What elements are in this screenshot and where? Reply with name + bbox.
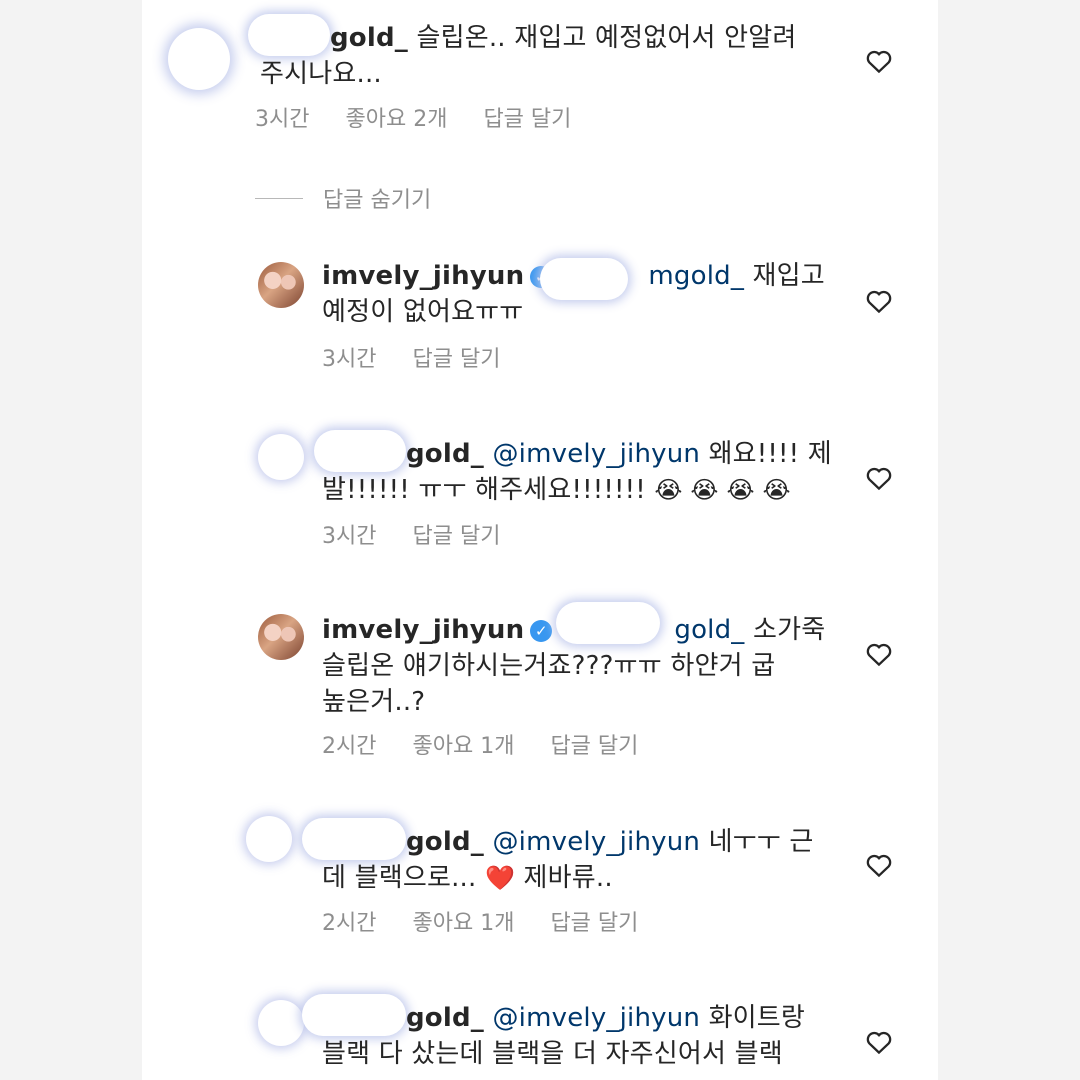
- comment-text: gold_ 슬립온.. 재입고 예정없어서 안알려 주시나요...: [260, 23, 797, 89]
- divider: [255, 197, 303, 199]
- comment-username[interactable]: gold_: [406, 827, 484, 857]
- redacted-username: [248, 14, 330, 56]
- heart-icon[interactable]: [864, 286, 894, 316]
- mention-link[interactable]: mgold_: [648, 261, 744, 291]
- timestamp: 3시간: [322, 347, 377, 372]
- timestamp: 3시간: [322, 524, 377, 549]
- heart-emoji: ❤️: [484, 864, 516, 892]
- heart-icon[interactable]: [864, 850, 894, 880]
- crying-emoji: 😭 😭 😭 😭: [654, 476, 791, 504]
- comment-username[interactable]: imvely_jihyun: [322, 261, 524, 291]
- redacted-mention: [540, 258, 628, 300]
- reply-button[interactable]: 답글 달기: [412, 522, 500, 552]
- like-count[interactable]: 좋아요 1개: [412, 909, 514, 939]
- comment-meta: 3시간 답글 달기: [322, 522, 500, 552]
- verified-icon: ✓: [530, 620, 553, 642]
- mention-link[interactable]: @imvely_jihyun: [492, 1003, 700, 1033]
- reply-button[interactable]: 답글 달기: [550, 732, 638, 762]
- comment-meta: 2시간 좋아요 1개 답글 달기: [322, 732, 638, 762]
- comment-panel: gold_ 슬립온.. 재입고 예정없어서 안알려 주시나요... 3시간 좋아…: [142, 0, 938, 1080]
- comment-text: gold_ @imvely_jihyun 왜요!!!! 제 발!!!!!! ㅠㅜ…: [322, 439, 832, 505]
- like-count[interactable]: 좋아요 1개: [412, 732, 514, 762]
- hide-replies-label: 답글 숨기기: [323, 188, 432, 213]
- redacted-mention: [556, 602, 660, 644]
- mention-link[interactable]: @imvely_jihyun: [492, 439, 700, 469]
- heart-icon[interactable]: [864, 463, 894, 493]
- comment-meta: 3시간 좋아요 2개 답글 달기: [255, 105, 571, 135]
- avatar[interactable]: [168, 28, 230, 90]
- comment-username[interactable]: imvely_jihyun: [322, 615, 524, 645]
- timestamp: 3시간: [255, 107, 310, 132]
- like-count[interactable]: 좋아요 2개: [345, 105, 447, 135]
- avatar[interactable]: [258, 614, 304, 660]
- reply-button[interactable]: 답글 달기: [550, 909, 638, 939]
- mention-link[interactable]: gold_: [674, 615, 744, 645]
- heart-icon[interactable]: [864, 1027, 894, 1057]
- comment-username[interactable]: gold_: [330, 23, 408, 53]
- comment-username[interactable]: gold_: [406, 1003, 484, 1033]
- redacted-username: [302, 818, 406, 860]
- mention-link[interactable]: @imvely_jihyun: [492, 827, 700, 857]
- avatar[interactable]: [258, 434, 304, 480]
- comment-username[interactable]: gold_: [406, 439, 484, 469]
- timestamp: 2시간: [322, 911, 377, 936]
- reply-button[interactable]: 답글 달기: [483, 105, 571, 135]
- avatar[interactable]: [258, 1000, 304, 1046]
- hide-replies-button[interactable]: 답글 숨기기: [255, 182, 431, 214]
- reply-button[interactable]: 답글 달기: [412, 345, 500, 375]
- timestamp: 2시간: [322, 734, 377, 759]
- redacted-username: [302, 994, 406, 1036]
- heart-icon[interactable]: [864, 46, 894, 76]
- avatar[interactable]: [246, 816, 292, 862]
- comment-text: gold_ @imvely_jihyun 네ㅜㅜ 근 데 블랙으로... ❤️ …: [322, 827, 814, 893]
- avatar[interactable]: [258, 262, 304, 308]
- comment-meta: 3시간 답글 달기: [322, 345, 500, 375]
- comment-meta: 2시간 좋아요 1개 답글 달기: [322, 909, 638, 939]
- comment-text: gold_ @imvely_jihyun 화이트랑 블랙 다 샀는데 블랙을 더…: [322, 1003, 806, 1069]
- heart-icon[interactable]: [864, 639, 894, 669]
- redacted-username: [314, 430, 406, 472]
